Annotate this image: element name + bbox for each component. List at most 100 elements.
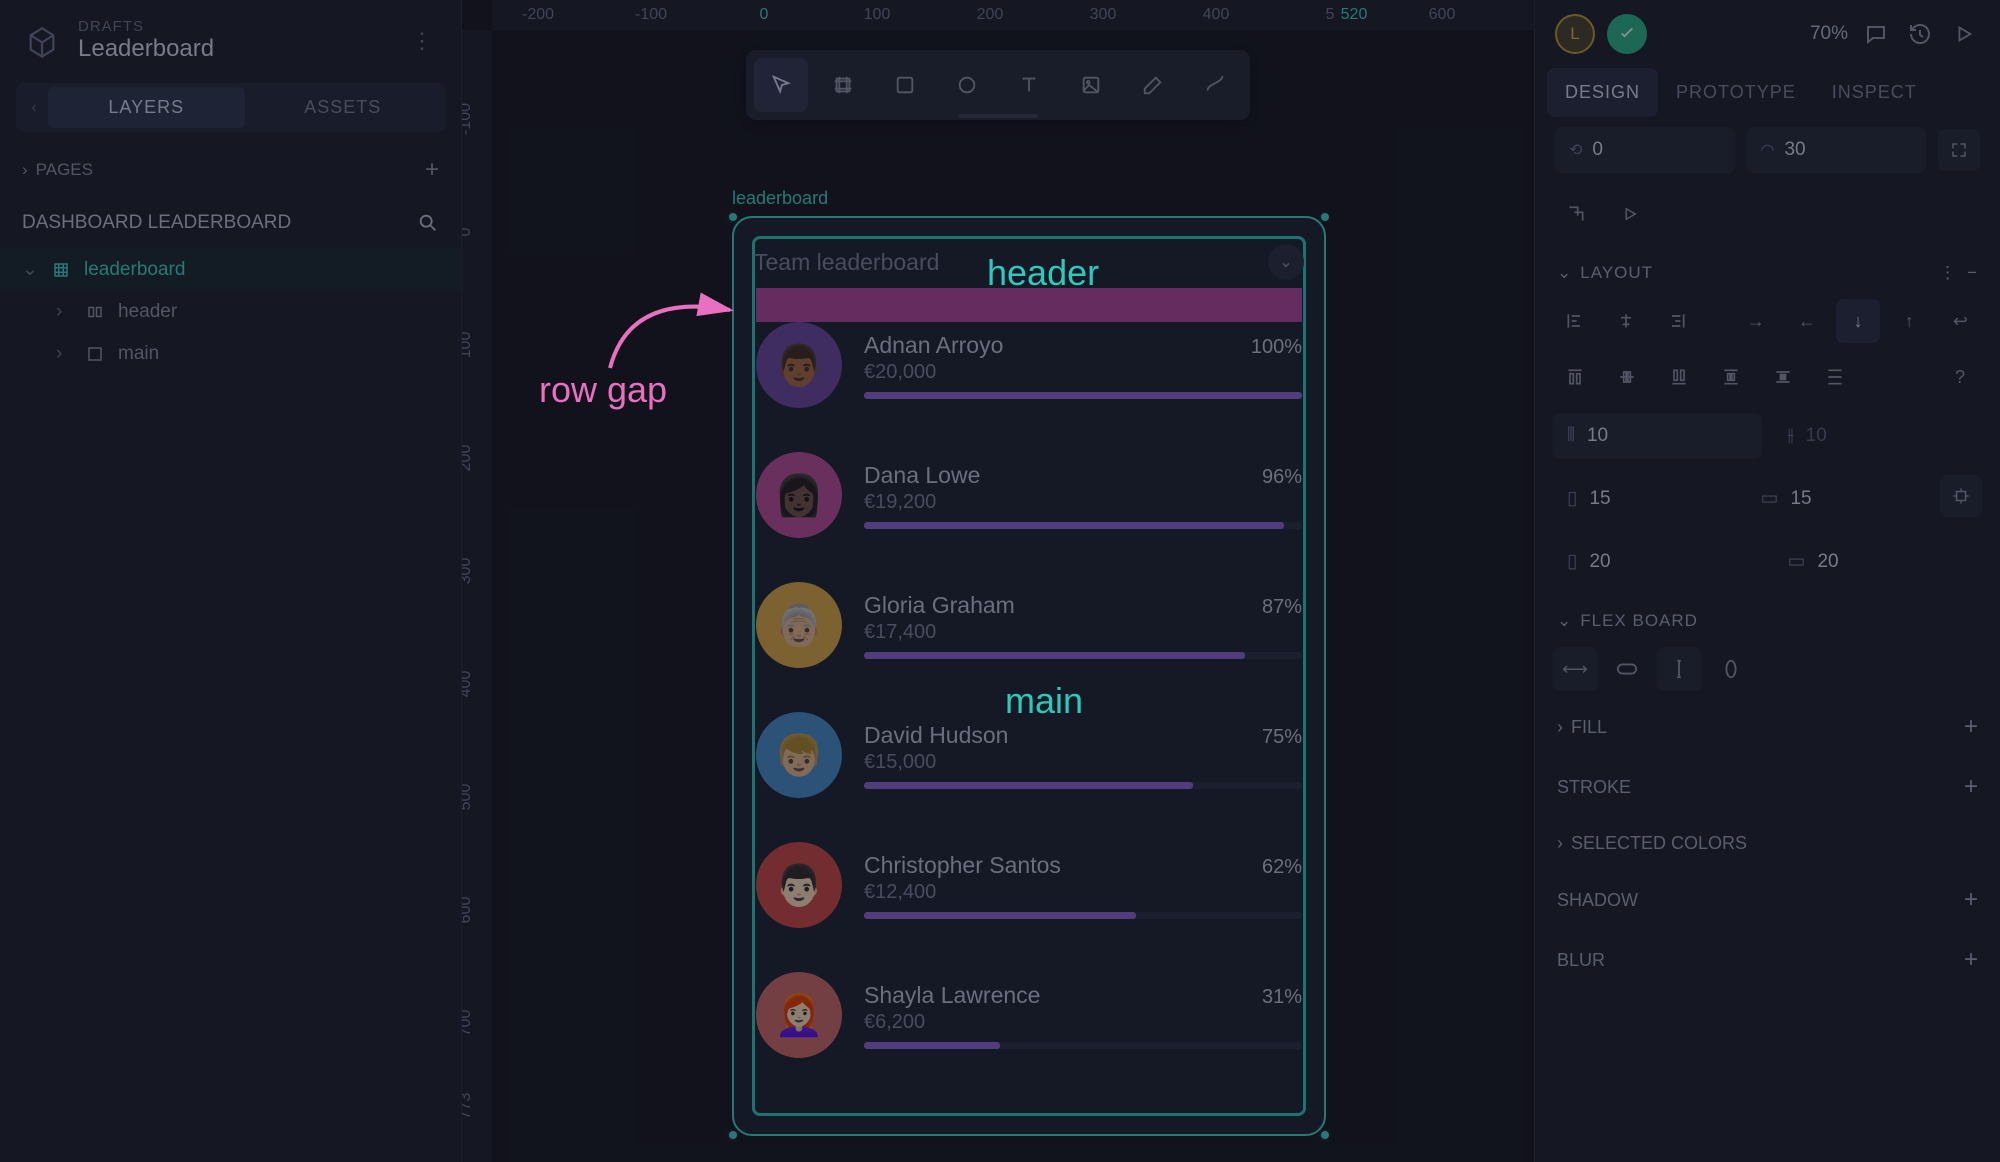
remove-icon[interactable]: − bbox=[1967, 263, 1978, 283]
toolbar-drag-handle[interactable] bbox=[958, 114, 1038, 118]
pad-expand-icon[interactable] bbox=[1940, 475, 1982, 517]
justify-center-icon[interactable] bbox=[1605, 355, 1649, 399]
space-evenly-icon[interactable] bbox=[1813, 355, 1857, 399]
chevron-right-icon[interactable]: › bbox=[56, 343, 74, 365]
move-tool[interactable] bbox=[754, 58, 808, 112]
chevron-right-icon: › bbox=[1557, 717, 1563, 738]
back-icon[interactable]: ‹ bbox=[20, 99, 48, 117]
canvas[interactable]: -200 -100 0 100 200 300 400 5 520 600 -1… bbox=[462, 0, 1534, 1162]
margin-h-field[interactable]: ▭20 bbox=[1774, 538, 1983, 585]
tab-inspect[interactable]: INSPECT bbox=[1814, 68, 1935, 117]
pill-icon[interactable] bbox=[1605, 647, 1649, 691]
chevron-down-icon[interactable]: ⌄ bbox=[22, 258, 40, 281]
fill-section[interactable]: › FILL + bbox=[1535, 697, 2000, 757]
pages-header[interactable]: › PAGES + bbox=[0, 142, 461, 198]
ellipse-tool[interactable] bbox=[940, 58, 994, 112]
user-avatar[interactable]: L bbox=[1555, 14, 1595, 54]
sync-status-icon[interactable] bbox=[1607, 14, 1647, 54]
width-mode-icon[interactable]: ⟷ bbox=[1553, 647, 1597, 691]
list-item[interactable]: 👩🏿 Dana Lowe €19,200 96% bbox=[756, 452, 1302, 538]
shadow-section[interactable]: SHADOW + bbox=[1535, 870, 2000, 930]
chevron-right-icon: › bbox=[22, 160, 28, 180]
justify-start-icon[interactable] bbox=[1553, 355, 1597, 399]
oval-icon[interactable] bbox=[1709, 647, 1753, 691]
app-logo-icon[interactable] bbox=[20, 19, 64, 63]
chevron-right-icon[interactable]: › bbox=[56, 301, 74, 323]
margin-v-field[interactable]: ▯20 bbox=[1553, 538, 1762, 585]
align-left-icon[interactable] bbox=[1553, 299, 1596, 343]
layer-header[interactable]: › header bbox=[0, 291, 461, 333]
selection-handle[interactable] bbox=[1319, 1129, 1331, 1141]
rotation-field[interactable]: ⟲0 bbox=[1555, 127, 1735, 173]
pad-h-field[interactable]: ▭15 bbox=[1747, 475, 1929, 522]
doc-menu-icon[interactable]: ⋮ bbox=[405, 22, 441, 60]
flexboard-row: ⟷ bbox=[1535, 641, 2000, 697]
size-row bbox=[1535, 183, 2000, 245]
layout-section-header[interactable]: ⌄ LAYOUT ⋮ − bbox=[1535, 245, 2000, 293]
zoom-level[interactable]: 70% bbox=[1810, 23, 1848, 45]
text-cursor-icon[interactable] bbox=[1657, 647, 1701, 691]
list-item[interactable]: 👩🏻‍🦰 Shayla Lawrence €6,200 31% bbox=[756, 972, 1302, 1058]
dir-right-icon[interactable]: → bbox=[1734, 299, 1777, 343]
layer-leaderboard[interactable]: ⌄ leaderboard bbox=[0, 248, 461, 291]
flexboard-section-header[interactable]: ⌄ FLEX BOARD bbox=[1535, 593, 2000, 641]
pad-v-field[interactable]: ▯15 bbox=[1553, 475, 1735, 522]
align-center-icon[interactable] bbox=[1604, 299, 1647, 343]
list-item[interactable]: 👨🏻 Christopher Santos €12,400 62% bbox=[756, 842, 1302, 928]
rect-tool[interactable] bbox=[878, 58, 932, 112]
tab-design[interactable]: DESIGN bbox=[1547, 68, 1658, 117]
more-icon[interactable]: ⋮ bbox=[1939, 263, 1957, 283]
history-icon[interactable] bbox=[1904, 18, 1936, 50]
tab-layers[interactable]: LAYERS bbox=[48, 87, 245, 128]
dir-down-icon[interactable]: ↓ bbox=[1836, 299, 1879, 343]
add-shadow-icon[interactable]: + bbox=[1964, 886, 1978, 914]
add-stroke-icon[interactable]: + bbox=[1964, 773, 1978, 801]
selection-handle[interactable] bbox=[1319, 211, 1331, 223]
list-item[interactable]: 👨🏾 Adnan Arroyo €20,000 100% bbox=[756, 322, 1302, 408]
radius-field[interactable]: ◠30 bbox=[1747, 127, 1927, 173]
frame-label[interactable]: leaderboard bbox=[732, 188, 828, 209]
col-gap-field[interactable]: ⫲10 bbox=[1774, 413, 1983, 459]
align-right-icon[interactable] bbox=[1655, 299, 1698, 343]
artboard-leaderboard[interactable]: Team leaderboard ⌄ 👨🏾 Adnan Arroyo €20,0… bbox=[732, 216, 1326, 1136]
tab-assets[interactable]: ASSETS bbox=[245, 87, 442, 128]
image-tool[interactable] bbox=[1064, 58, 1118, 112]
justify-end-icon[interactable] bbox=[1657, 355, 1701, 399]
space-around-icon[interactable] bbox=[1761, 355, 1805, 399]
row-gap-field[interactable]: ⫴10 bbox=[1553, 413, 1762, 459]
toolbar[interactable] bbox=[746, 50, 1250, 120]
blur-section[interactable]: BLUR + bbox=[1535, 930, 2000, 990]
clip-icon[interactable] bbox=[1555, 193, 1597, 235]
space-between-icon[interactable] bbox=[1709, 355, 1753, 399]
add-fill-icon[interactable]: + bbox=[1964, 713, 1978, 741]
list-item[interactable]: 👦🏼 David Hudson €15,000 75% bbox=[756, 712, 1302, 798]
text-tool[interactable] bbox=[1002, 58, 1056, 112]
dir-left-icon[interactable]: ← bbox=[1785, 299, 1828, 343]
selected-colors-section[interactable]: › SELECTED COLORS bbox=[1535, 817, 2000, 870]
doc-title[interactable]: Leaderboard bbox=[78, 35, 214, 63]
layer-main[interactable]: › main bbox=[0, 333, 461, 375]
file-name-row[interactable]: DASHBOARD LEADERBOARD bbox=[0, 198, 461, 248]
wrap-icon[interactable]: ↩ bbox=[1939, 299, 1982, 343]
add-blur-icon[interactable]: + bbox=[1964, 946, 1978, 974]
search-icon[interactable] bbox=[417, 212, 439, 234]
add-page-icon[interactable]: + bbox=[425, 156, 439, 184]
tab-prototype[interactable]: PROTOTYPE bbox=[1658, 68, 1814, 117]
dropdown-icon[interactable]: ⌄ bbox=[1268, 244, 1304, 280]
play-icon[interactable] bbox=[1948, 18, 1980, 50]
list-item[interactable]: 👵🏼 Gloria Graham €17,400 87% bbox=[756, 582, 1302, 668]
entry-name: Dana Lowe bbox=[864, 462, 980, 489]
breadcrumb-drafts[interactable]: DRAFTS bbox=[78, 18, 214, 35]
corners-toggle-icon[interactable] bbox=[1938, 129, 1980, 171]
help-icon[interactable]: ? bbox=[1938, 355, 1982, 399]
curve-tool[interactable] bbox=[1188, 58, 1242, 112]
pen-tool[interactable] bbox=[1126, 58, 1180, 112]
selection-handle[interactable] bbox=[727, 1129, 739, 1141]
stroke-section[interactable]: STROKE + bbox=[1535, 757, 2000, 817]
preview-play-icon[interactable] bbox=[1609, 193, 1651, 235]
progress-bar bbox=[864, 782, 1302, 789]
dir-up-icon[interactable]: ↑ bbox=[1888, 299, 1931, 343]
frame-tool[interactable] bbox=[816, 58, 870, 112]
comment-icon[interactable] bbox=[1860, 18, 1892, 50]
selection-handle[interactable] bbox=[727, 211, 739, 223]
